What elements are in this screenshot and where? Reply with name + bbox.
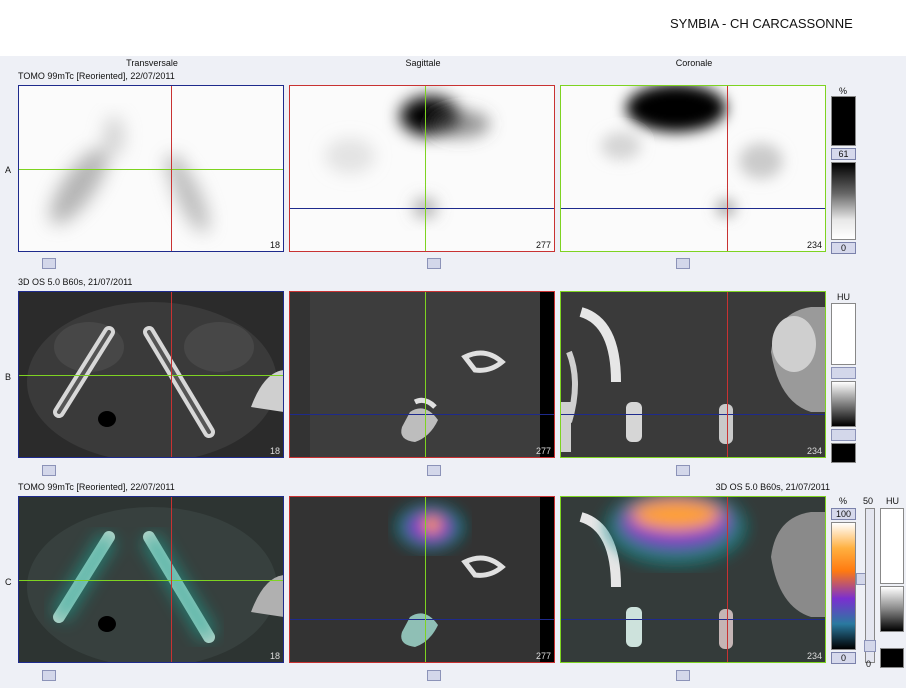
fusion-ct-window-lower[interactable] (880, 648, 904, 668)
header-bar: SYMBIA - CH CARCASSONNE (0, 0, 906, 56)
blend-slider-handle[interactable] (864, 640, 876, 652)
blend-scale-max: 50 (863, 496, 874, 506)
scroll-thumb-transverse[interactable] (42, 670, 56, 681)
nm-scale-level[interactable]: 61 (831, 148, 856, 160)
fusion-scale-max[interactable]: 100 (831, 508, 856, 520)
scroll-thumb-coronal[interactable] (676, 258, 690, 269)
slice-number: 18 (269, 651, 280, 661)
app-title: SYMBIA - CH CARCASSONNE (670, 16, 853, 31)
ct-scale-window-lower[interactable] (831, 443, 856, 463)
fusion-color-scale[interactable] (831, 522, 856, 650)
column-header-coronale: Coronale (675, 58, 713, 68)
blend-scale-min: 0 (866, 659, 872, 669)
scroll-thumb-transverse[interactable] (42, 258, 56, 269)
fusion-transverse-viewport[interactable]: 18 (18, 496, 284, 663)
fusion-scale-unit: % (839, 496, 848, 506)
fusion-ct-unit: HU (886, 496, 899, 506)
slice-number: 277 (535, 240, 551, 250)
nm-sagittal-image (325, 96, 490, 218)
ct-scale-unit: HU (837, 292, 850, 302)
fusion-sagittal-image (290, 497, 554, 662)
slice-number: 18 (269, 240, 280, 250)
row-label-c: C (5, 577, 12, 587)
ct-scale-window-upper[interactable] (831, 303, 856, 365)
nm-scale-unit: % (839, 86, 848, 96)
slice-number: 277 (535, 446, 551, 456)
nm-sagittal-viewport[interactable]: 277 (289, 85, 555, 252)
slice-number: 277 (535, 651, 551, 661)
column-header-transversale: Transversale (126, 58, 178, 68)
scroll-thumb-transverse[interactable] (42, 465, 56, 476)
column-header-sagittale: Sagittale (405, 58, 441, 68)
nm-coronal-viewport[interactable]: 234 (560, 85, 826, 252)
scroll-thumb-sagittal[interactable] (427, 465, 441, 476)
ct-color-scale[interactable] (831, 381, 856, 427)
series-label-row-c-right: 3D OS 5.0 B60s, 21/07/2011 (715, 482, 830, 492)
scroll-thumb-coronal[interactable] (676, 670, 690, 681)
nm-scale-window[interactable] (831, 96, 856, 146)
scroll-thumb-sagittal[interactable] (427, 670, 441, 681)
nm-scale-min[interactable]: 0 (831, 242, 856, 254)
fusion-sagittal-viewport[interactable]: 277 (289, 496, 555, 663)
series-label-row-a: TOMO 99mTc [Reoriented], 22/07/2011 (18, 71, 175, 81)
ct-scale-handle-top[interactable] (831, 367, 856, 379)
ct-sagittal-viewport[interactable]: 277 (289, 291, 555, 458)
slice-number: 18 (269, 446, 280, 456)
fusion-coronal-viewport[interactable]: 234 (560, 496, 826, 663)
slice-number: 234 (806, 651, 822, 661)
fusion-scale-min[interactable]: 0 (831, 652, 856, 664)
fusion-coronal-image (561, 497, 825, 662)
fusion-ct-window-upper[interactable] (880, 508, 904, 584)
series-label-row-b: 3D OS 5.0 B60s, 21/07/2011 (18, 277, 133, 287)
ct-scale-handle-bottom[interactable] (831, 429, 856, 441)
nm-color-scale[interactable] (831, 162, 856, 240)
slice-number: 234 (806, 446, 822, 456)
ct-transverse-viewport[interactable]: 18 (18, 291, 284, 458)
scroll-thumb-coronal[interactable] (676, 465, 690, 476)
row-label-b: B (5, 372, 12, 382)
series-label-row-c: TOMO 99mTc [Reoriented], 22/07/2011 (18, 482, 175, 492)
ct-coronal-image (561, 292, 825, 457)
nm-coronal-image (601, 86, 783, 217)
scroll-thumb-sagittal[interactable] (427, 258, 441, 269)
nm-transverse-viewport[interactable]: 18 (18, 85, 284, 252)
row-label-a: A (5, 165, 12, 175)
fusion-ct-color-scale[interactable] (880, 586, 904, 632)
ct-coronal-viewport[interactable]: 234 (560, 291, 826, 458)
ct-sagittal-image (290, 292, 554, 457)
slice-number: 234 (806, 240, 822, 250)
